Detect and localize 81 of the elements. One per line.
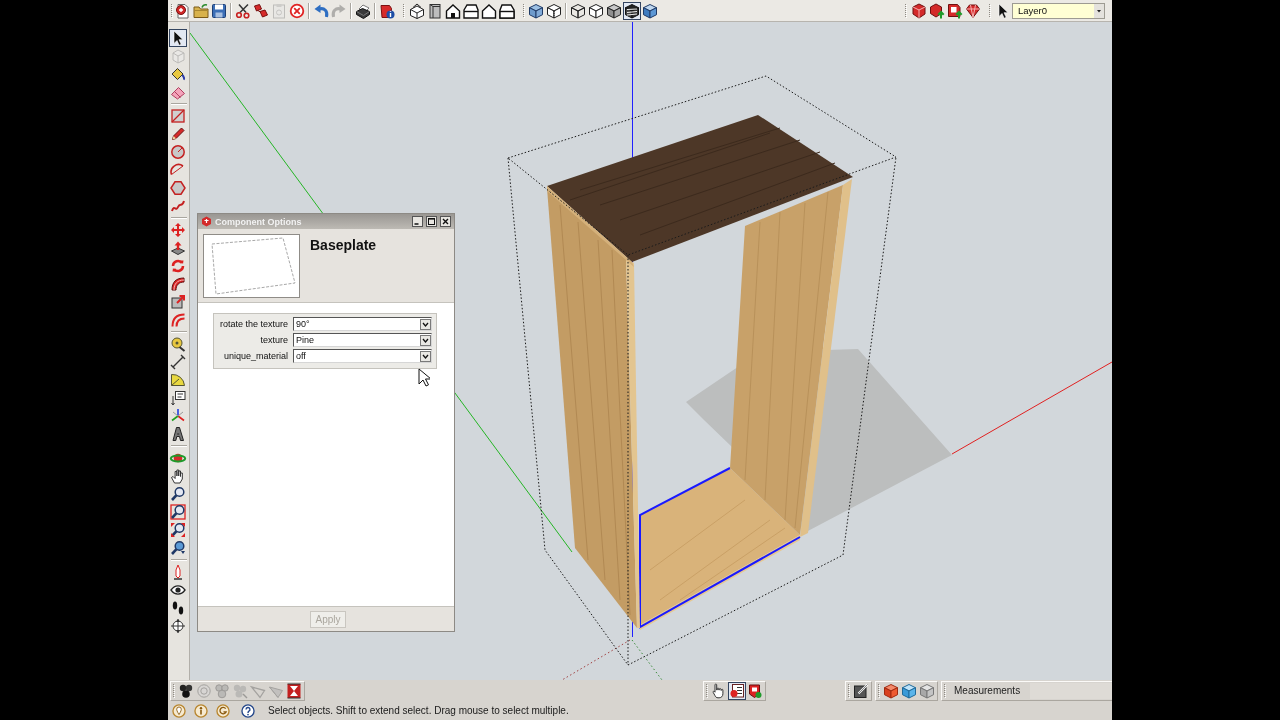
xray-cube-icon[interactable] (527, 1, 545, 20)
grip-icon[interactable] (170, 2, 174, 19)
new-document-icon[interactable] (174, 1, 192, 20)
pencil-icon[interactable] (169, 125, 187, 143)
dropdown-field[interactable]: 90° (293, 317, 432, 331)
gem-icon[interactable] (964, 1, 982, 20)
cube-icon[interactable] (882, 681, 900, 700)
document-upload-icon[interactable] (946, 1, 964, 20)
minimize-icon[interactable] (412, 216, 423, 227)
caret-icon (420, 318, 431, 330)
grip-icon[interactable] (172, 682, 176, 699)
option-label: rotate the texture (218, 319, 288, 329)
option-label: texture (259, 335, 288, 345)
component-options-icon[interactable] (728, 681, 746, 700)
grip-icon[interactable] (705, 682, 709, 699)
mouse-pointer-icon (418, 368, 430, 387)
caret-icon (1094, 3, 1104, 18)
house-side-icon[interactable] (498, 1, 516, 20)
back-edges-cube-icon[interactable] (545, 1, 563, 20)
previous-view-icon[interactable] (169, 539, 187, 557)
textured-cube-icon[interactable] (623, 1, 641, 20)
scissors-icon[interactable] (234, 1, 252, 20)
circle-arc-icon[interactable] (215, 702, 231, 719)
grip-icon[interactable] (943, 682, 947, 699)
monochrome-cube-icon[interactable] (641, 1, 659, 20)
paint-bucket-icon[interactable] (169, 65, 187, 83)
grip-icon[interactable] (522, 2, 526, 19)
grip-icon[interactable] (402, 2, 406, 19)
section-plane-icon[interactable] (169, 617, 187, 635)
push-pull-icon[interactable] (169, 239, 187, 257)
folder-icon[interactable] (192, 1, 210, 20)
dropdown-field[interactable]: Pine (293, 333, 432, 347)
zoom-window-icon[interactable] (169, 503, 187, 521)
status-message: Select objects. Shift to extend select. Drag mouse to select multiple. (268, 705, 569, 716)
pencil-square-icon[interactable] (852, 681, 870, 700)
option-label: unique_material (222, 351, 288, 361)
rectangle-icon[interactable] (169, 107, 187, 125)
layer-dropdown[interactable]: Layer0 (1012, 2, 1105, 19)
iso-house-icon[interactable] (408, 1, 426, 20)
zoom-extents-icon[interactable] (169, 521, 187, 539)
scale-icon[interactable] (169, 293, 187, 311)
cube-logo-icon[interactable] (910, 1, 928, 20)
close-icon[interactable] (440, 216, 451, 227)
grip-icon[interactable] (847, 682, 851, 699)
grip-icon[interactable] (877, 682, 881, 699)
circle-icon[interactable] (169, 143, 187, 161)
hourglass-icon[interactable] (285, 681, 303, 700)
copy-icon[interactable] (252, 1, 270, 20)
help-icon[interactable] (240, 702, 256, 719)
caret-icon (420, 350, 431, 362)
wireframe-cube-icon[interactable] (569, 1, 587, 20)
offset-icon[interactable] (169, 311, 187, 329)
caret-icon (420, 334, 431, 346)
text-label-icon[interactable] (169, 389, 187, 407)
dimension-icon[interactable] (169, 353, 187, 371)
delete-icon[interactable] (288, 1, 306, 20)
grip-icon[interactable] (988, 2, 992, 19)
grip-icon[interactable] (904, 2, 908, 19)
upload-arrow-icon[interactable] (928, 1, 946, 20)
tape-measure-icon[interactable] (169, 335, 187, 353)
shaded-cube-icon[interactable] (605, 1, 623, 20)
polygon-icon[interactable] (169, 179, 187, 197)
follow-me-icon[interactable] (169, 275, 187, 293)
component-name: Baseplate (310, 236, 377, 253)
maximize-icon[interactable] (426, 216, 437, 227)
house-side-icon[interactable] (462, 1, 480, 20)
measurements-label: Measurements (954, 685, 1021, 696)
dialog-title: Component Options (215, 216, 303, 227)
app-logo-icon (201, 216, 212, 227)
move-icon[interactable] (169, 221, 187, 239)
3d-text-icon[interactable] (169, 425, 187, 443)
box-icon[interactable] (426, 1, 444, 20)
hidden-line-cube-icon[interactable] (587, 1, 605, 20)
matte-cube-icon[interactable] (918, 681, 936, 700)
arrow-pointer-icon[interactable] (169, 29, 187, 47)
glossy-cube-icon[interactable] (900, 681, 918, 700)
protractor-icon[interactable] (169, 371, 187, 389)
zoom-icon[interactable] (169, 485, 187, 503)
component-attributes-icon[interactable] (746, 681, 764, 700)
rotate-icon[interactable] (169, 257, 187, 275)
dropdown-field[interactable]: off (293, 349, 432, 363)
